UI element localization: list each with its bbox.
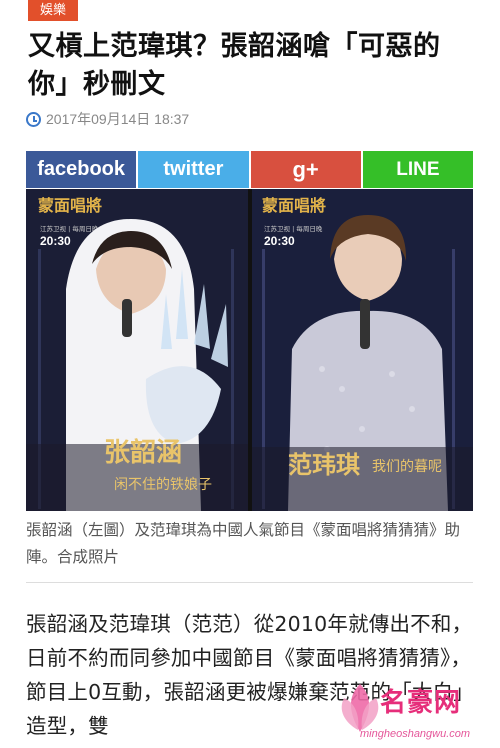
share-twitter-button[interactable]: twitter [138, 151, 249, 188]
publish-date: 2017年09月14日 18:37 [46, 111, 190, 127]
watermark: 名豪网 mingheoshangwu.com [330, 672, 500, 748]
channel-left: 江苏卫视 | 每周日晚 [40, 224, 99, 233]
article-title: 又槓上范瑋琪？張韶涵嗆「可惡的你」秒刪文 [28, 31, 441, 100]
singer-name-left: 张韶涵 [104, 437, 182, 468]
show-logo-left: 蒙面唱將 [38, 196, 102, 215]
show-logo-right: 蒙面唱將 [262, 196, 326, 215]
share-line-button[interactable]: LINE [362, 151, 473, 188]
photo-caption: 張韶涵（左圖）及范瑋琪為中國人氣節目《蒙面唱將猜猜猜》助陣。合成照片 [26, 521, 461, 566]
watermark-domain: mingheoshangwu.com [360, 728, 471, 740]
photo-left-singer: 蒙面唱將 江苏卫视 | 每周日晚 20:30 张韶涵 闲不住的铁娘子 [26, 189, 248, 511]
watermark-name: 名豪网 [380, 688, 462, 718]
share-gplus-button[interactable]: g+ [250, 151, 361, 188]
channel-right: 江苏卫视 | 每周日晚 [264, 224, 323, 233]
singer-name-right: 范玮琪 [288, 451, 360, 479]
singer-sub-left: 闲不住的铁娘子 [114, 477, 212, 493]
photo-right-singer: 蒙面唱將 江苏卫视 | 每周日晚 20:30 范玮琪 我们的暮呢 [251, 189, 473, 511]
singer-sub-right: 我们的暮呢 [372, 459, 442, 475]
article-photo[interactable]: 蒙面唱將 江苏卫视 | 每周日晚 20:30 张韶涵 闲不住的铁娘子 蒙面唱將 … [26, 189, 473, 511]
share-facebook-button[interactable]: facebook [26, 151, 137, 188]
share-bar: facebook twitter g+ LINE [26, 151, 473, 188]
divider [26, 582, 473, 583]
category-badge[interactable]: 娛樂 [28, 0, 78, 21]
clock-icon [26, 111, 41, 127]
airtime-left: 20:30 [40, 234, 71, 248]
airtime-right: 20:30 [264, 234, 295, 248]
article-meta: 2017年09月14日 18:37 [26, 109, 189, 129]
